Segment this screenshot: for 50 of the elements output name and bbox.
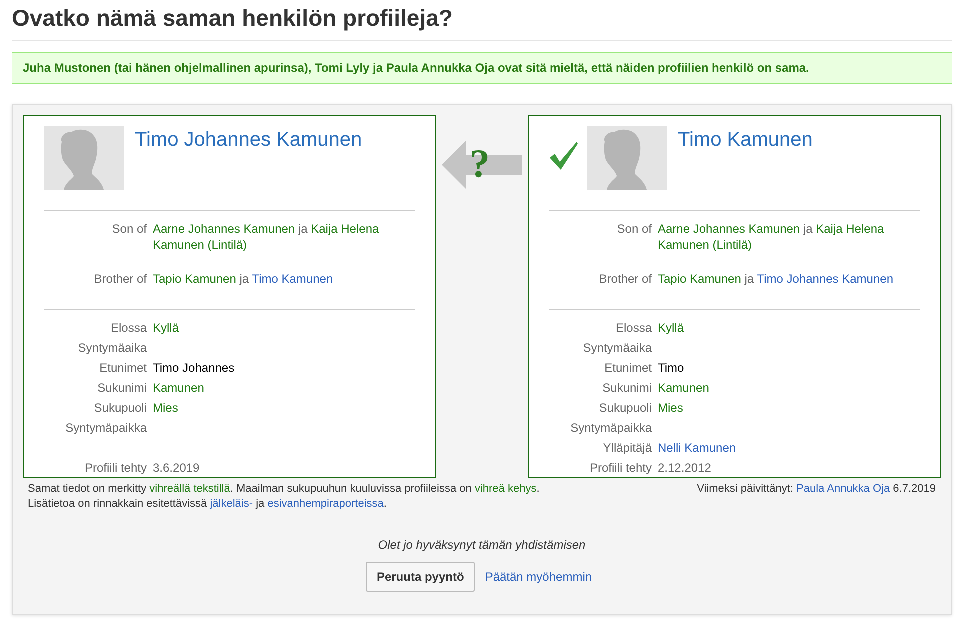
field-value: 2.12.2012 [658, 460, 712, 476]
field-label: Sukupuoli [93, 400, 147, 416]
field-label: Syntymäaika [77, 340, 147, 356]
updated-date: 6.7.2019 [892, 483, 936, 495]
report-link[interactable]: esivanhempiraporteissa [268, 498, 384, 510]
field-value: Mies [658, 400, 684, 416]
field-value: Kyllä [153, 320, 180, 336]
question-mark: ? [470, 141, 490, 187]
relatives-text: Aarne Johannes Kamunen ja Kaija Helena Kamunen (Lintilä) [153, 221, 380, 254]
field-label: Brother of [598, 271, 652, 288]
legend-text: Samat tiedot on merkitty vihreällä tekstillä. Maailman sukupuuhun kuuluvissa profiileissa on vihreä kehys. [28, 482, 540, 497]
left-arrow-icon [442, 141, 522, 189]
updated-label: Viimeksi päivittänyt: [697, 483, 794, 495]
decide-later-link[interactable]: Päätän myöhemmin [485, 570, 592, 584]
field-value: Timo Johannes [153, 360, 236, 376]
field-value: Nelli Kamunen [658, 440, 738, 456]
cancel-request-button[interactable]: Peruuta pyyntö [366, 562, 476, 592]
consensus-banner: Juha Mustonen (tai hänen ohjelmallinen apurinsa), Tomi Lyly ja Paula Annukka Oja ovat sitä mieltä, että näiden profiilien henkilö on sama. [12, 52, 952, 84]
field-value: Kyllä [658, 320, 686, 336]
field-value: Timo [658, 360, 686, 376]
relatives-text: Tapio Kamunen ja Timo Kamunen [153, 271, 334, 288]
relatives-text: Tapio Kamunen ja Timo Johannes Kamunen [658, 271, 894, 288]
field-label: Syntymäaika [582, 340, 652, 356]
field-label: Profiili tehty [588, 460, 652, 476]
field-value: 3.6.2019 [153, 460, 201, 476]
field-value: Mies [153, 400, 180, 416]
field-label: Syntymäpaikka [570, 420, 652, 436]
profile-name-link[interactable]: Timo Kamunen [678, 129, 813, 152]
field-label: Syntymäpaikka [64, 420, 147, 436]
field-label: Etunimet [98, 360, 147, 376]
profile-name-link[interactable]: Timo Johannes Kamunen [135, 129, 362, 152]
field-label: Etunimet [604, 360, 652, 376]
field-label: Sukunimi [602, 380, 652, 396]
field-label: Elossa [614, 320, 652, 336]
field-value: Kamunen [153, 380, 206, 396]
relatives-text: Aarne Johannes Kamunen ja Kaija Helena Kamunen (Lintilä) [658, 221, 886, 254]
field-label: Ylläpitäjä [602, 440, 652, 456]
user-link[interactable]: Paula Annukka Oja [796, 483, 890, 495]
field-label: Son of [111, 221, 147, 238]
field-label: Son of [616, 221, 652, 238]
field-label: Profiili tehty [84, 460, 147, 476]
status-text: Olet jo hyväksynyt tämän yhdistämisen [377, 538, 587, 552]
field-label: Sukunimi [96, 380, 147, 396]
field-label: Sukupuoli [598, 400, 652, 416]
report-link[interactable]: jälkeläis- [210, 498, 254, 510]
field-value: Kamunen [658, 380, 710, 396]
page-title: Ovatko nämä saman henkilön profiileja? [12, 0, 952, 41]
field-label: Elossa [110, 320, 147, 336]
field-label: Brother of [93, 271, 147, 288]
legend-text: Lisätietoa on rinnakkain esitettävissä jälkeläis- ja esivanhempiraporteissa. [28, 497, 388, 512]
